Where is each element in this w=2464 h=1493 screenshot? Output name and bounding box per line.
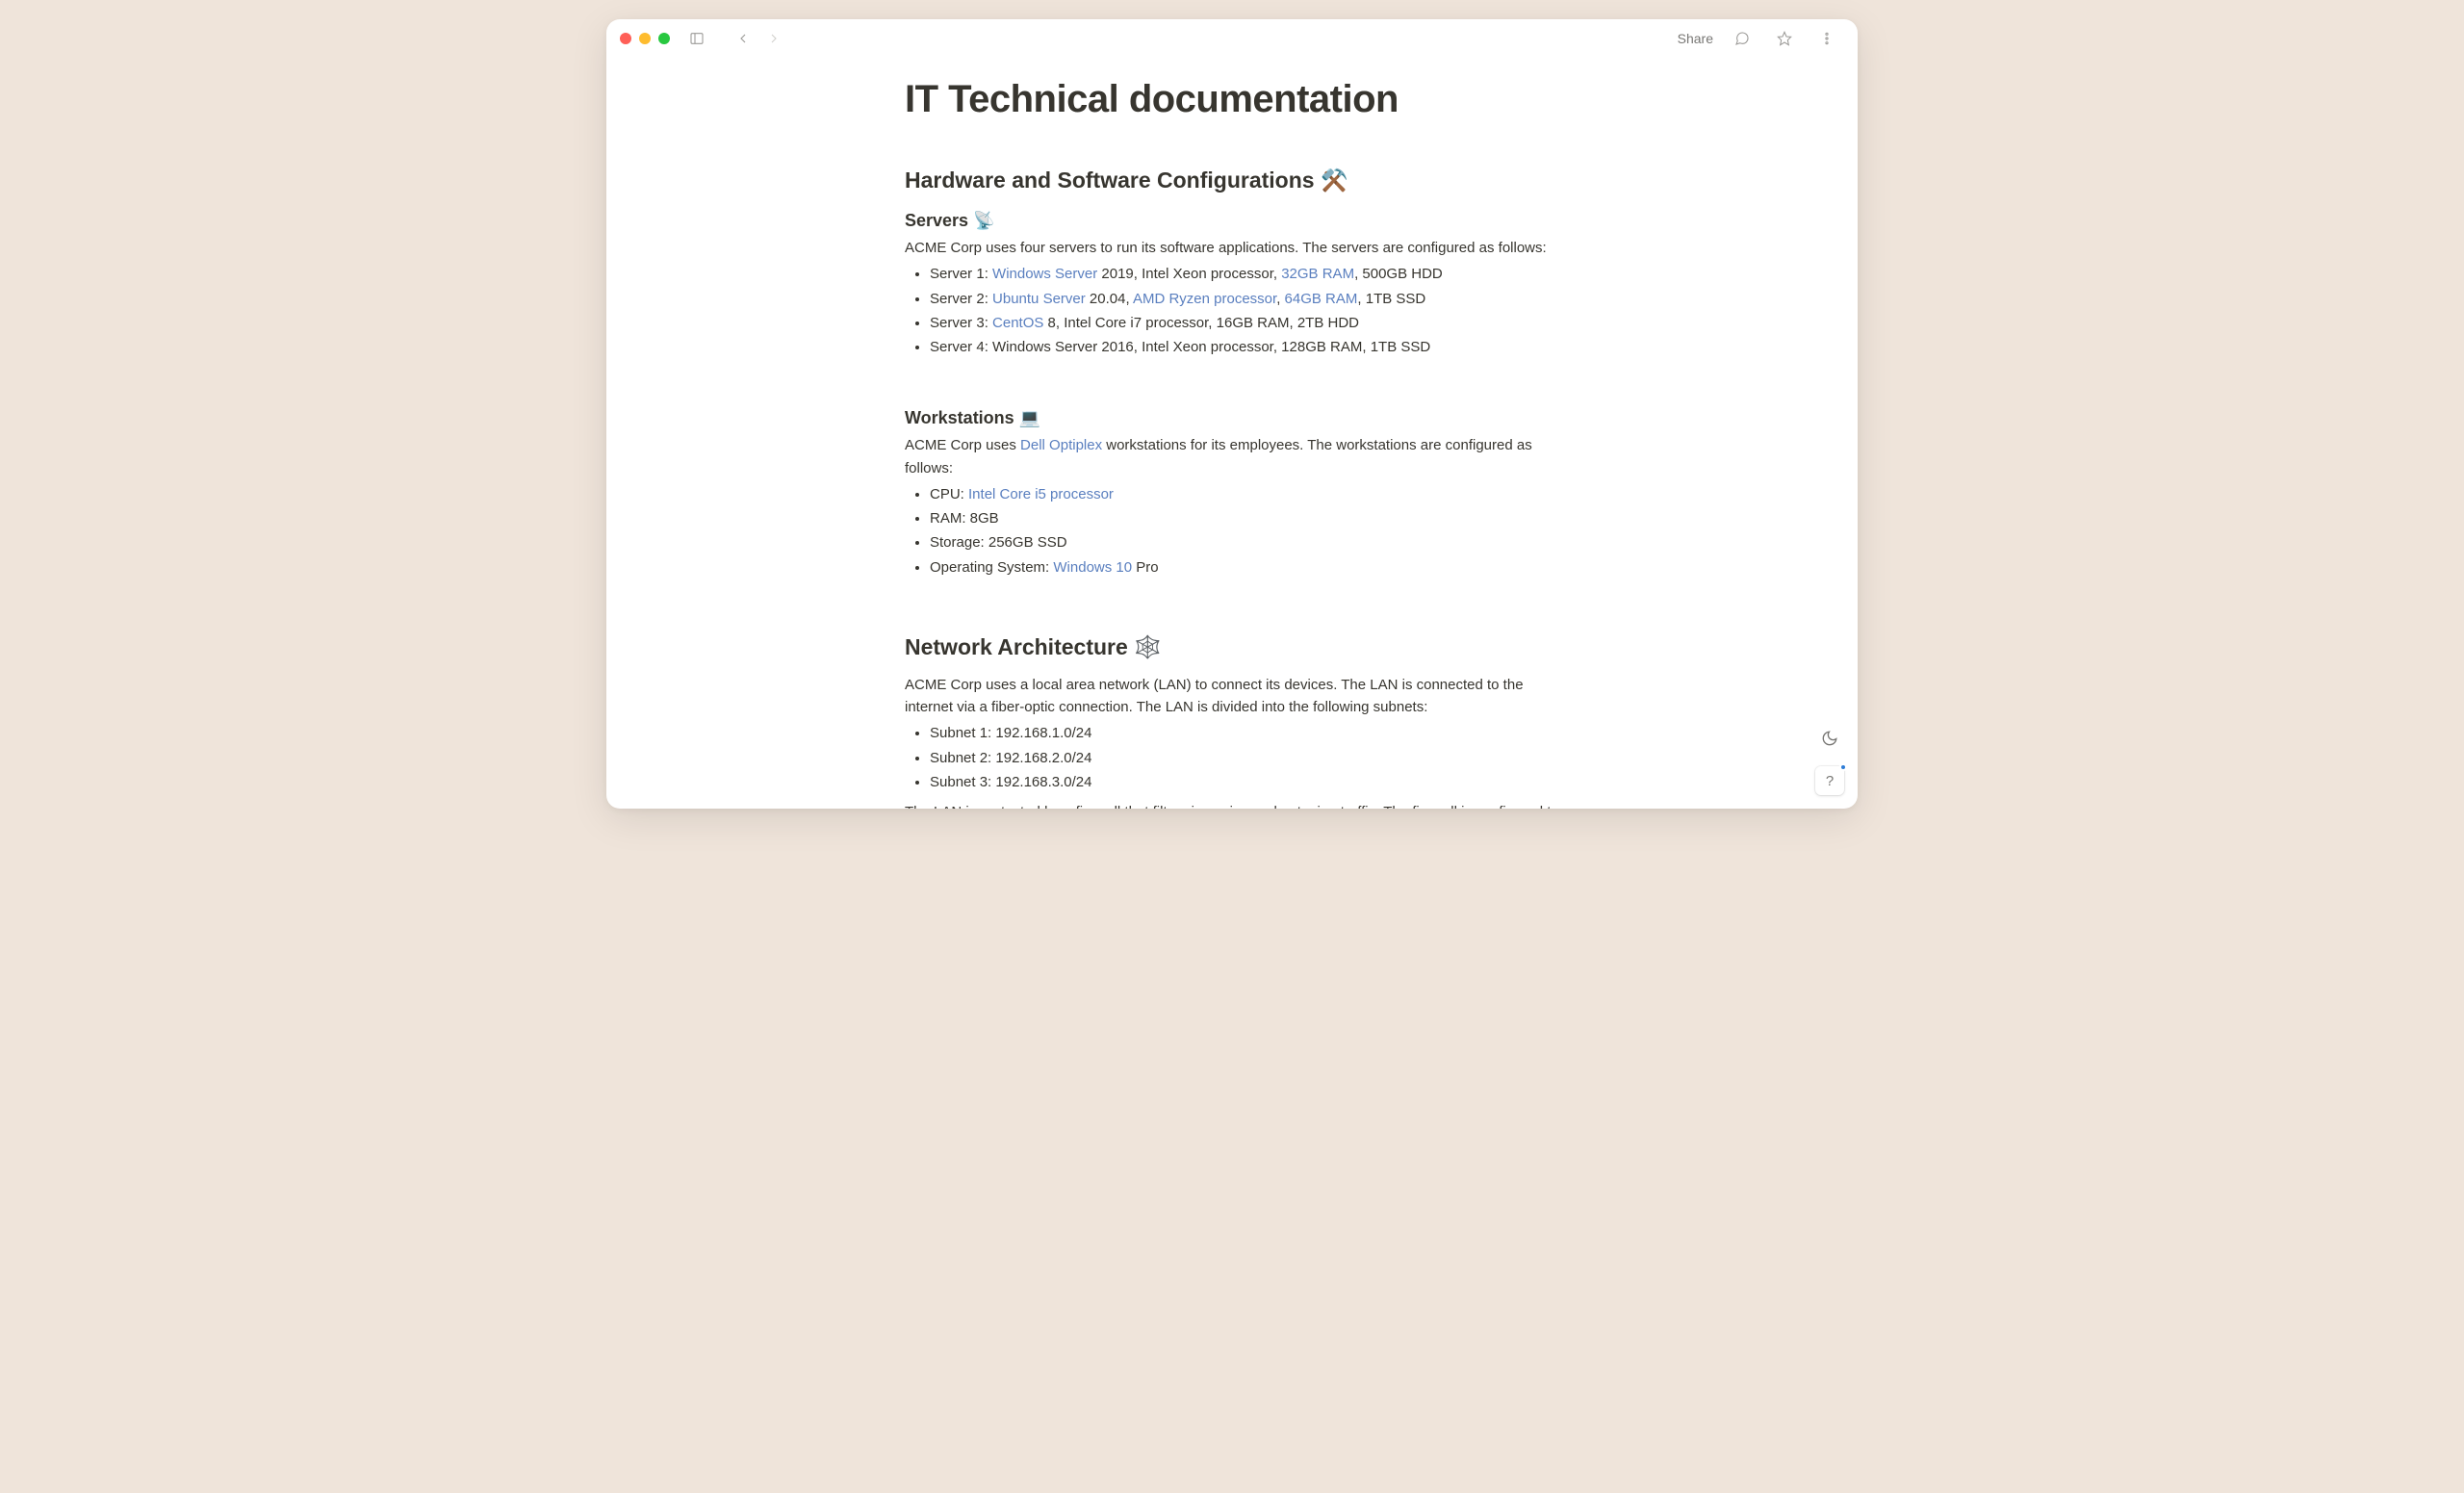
dark-mode-toggle[interactable]: [1815, 724, 1844, 753]
text: Server 2:: [930, 291, 992, 307]
text: Pro: [1132, 559, 1159, 576]
text: , 500GB HDD: [1354, 266, 1443, 282]
text: Server 3:: [930, 315, 992, 331]
link[interactable]: Dell Optiplex: [1020, 437, 1102, 453]
sidebar-toggle-icon[interactable]: [683, 25, 710, 52]
link[interactable]: Intel Core i5 processor: [968, 486, 1114, 502]
link[interactable]: AMD Ryzen processor: [1133, 291, 1276, 307]
share-button[interactable]: Share: [1678, 31, 1713, 46]
list-item[interactable]: Storage: 256GB SSD: [930, 531, 1559, 553]
link[interactable]: Windows Server: [992, 266, 1097, 282]
moon-icon: [1821, 730, 1838, 747]
network-intro[interactable]: ACME Corp uses a local area network (LAN…: [905, 674, 1559, 719]
window-controls: [620, 33, 670, 44]
window-maximize-button[interactable]: [658, 33, 670, 44]
link[interactable]: 64GB RAM: [1285, 291, 1358, 307]
list-item[interactable]: Server 2: Ubuntu Server 20.04, AMD Ryzen…: [930, 288, 1559, 310]
text: Server 1:: [930, 266, 992, 282]
link[interactable]: 32GB RAM: [1281, 266, 1354, 282]
text: Server 4: Windows Server 2016, Intel Xeo…: [930, 339, 1430, 355]
text: ,: [1276, 291, 1284, 307]
firewall-intro[interactable]: The LAN is protected by a firewall that …: [905, 801, 1559, 809]
text: Subnet 3: 192.168.3.0/24: [930, 774, 1091, 790]
text: Subnet 2: 192.168.2.0/24: [930, 750, 1091, 766]
favorite-star-icon[interactable]: [1771, 25, 1798, 52]
text: ACME Corp uses: [905, 437, 1020, 453]
text: 8, Intel Core i7 processor, 16GB RAM, 2T…: [1043, 315, 1359, 331]
heading-servers[interactable]: Servers 📡: [905, 211, 1559, 231]
page-title[interactable]: IT Technical documentation: [905, 77, 1559, 121]
list-item[interactable]: Server 3: CentOS 8, Intel Core i7 proces…: [930, 312, 1559, 334]
text: Storage: 256GB SSD: [930, 534, 1067, 551]
more-menu-icon[interactable]: [1813, 25, 1840, 52]
servers-list[interactable]: Server 1: Windows Server 2019, Intel Xeo…: [905, 263, 1559, 358]
list-item[interactable]: Subnet 1: 192.168.1.0/24: [930, 722, 1559, 744]
text: CPU:: [930, 486, 968, 502]
list-item[interactable]: Operating System: Windows 10 Pro: [930, 556, 1559, 579]
subnets-list[interactable]: Subnet 1: 192.168.1.0/24 Subnet 2: 192.1…: [905, 722, 1559, 793]
link[interactable]: Windows 10: [1053, 559, 1132, 576]
text: , 1TB SSD: [1357, 291, 1425, 307]
nav-back-button[interactable]: [730, 25, 757, 52]
notification-dot-icon: [1839, 763, 1847, 771]
list-item[interactable]: Subnet 2: 192.168.2.0/24: [930, 747, 1559, 769]
link[interactable]: CentOS: [992, 315, 1043, 331]
list-item[interactable]: Server 1: Windows Server 2019, Intel Xeo…: [930, 263, 1559, 285]
app-window: Share IT Technical documentation Hardwar…: [606, 19, 1858, 809]
list-item[interactable]: RAM: 8GB: [930, 507, 1559, 529]
heading-workstations[interactable]: Workstations 💻: [905, 408, 1559, 428]
comments-icon[interactable]: [1729, 25, 1756, 52]
text: RAM: 8GB: [930, 510, 999, 527]
titlebar-left: [620, 25, 787, 52]
document-scroll[interactable]: IT Technical documentation Hardware and …: [606, 58, 1858, 809]
help-icon: ?: [1826, 773, 1834, 789]
text: 20.04,: [1086, 291, 1133, 307]
titlebar-right: Share: [1678, 25, 1844, 52]
list-item[interactable]: Subnet 3: 192.168.3.0/24: [930, 771, 1559, 793]
workstations-intro[interactable]: ACME Corp uses Dell Optiplex workstation…: [905, 434, 1559, 479]
document-body[interactable]: IT Technical documentation Hardware and …: [905, 58, 1559, 809]
window-minimize-button[interactable]: [639, 33, 651, 44]
text: 2019, Intel Xeon processor,: [1097, 266, 1281, 282]
titlebar: Share: [606, 19, 1858, 58]
history-nav: [730, 25, 787, 52]
text: Operating System:: [930, 559, 1053, 576]
text: Subnet 1: 192.168.1.0/24: [930, 725, 1091, 741]
workstations-list[interactable]: CPU: Intel Core i5 processor RAM: 8GB St…: [905, 483, 1559, 579]
nav-forward-button: [760, 25, 787, 52]
heading-network[interactable]: Network Architecture 🕸️: [905, 634, 1559, 660]
window-close-button[interactable]: [620, 33, 631, 44]
heading-hw-sw[interactable]: Hardware and Software Configurations ⚒️: [905, 167, 1559, 193]
help-button[interactable]: ?: [1815, 766, 1844, 795]
link[interactable]: Ubuntu Server: [992, 291, 1086, 307]
servers-intro[interactable]: ACME Corp uses four servers to run its s…: [905, 237, 1559, 259]
list-item[interactable]: CPU: Intel Core i5 processor: [930, 483, 1559, 505]
floating-controls: ?: [1815, 724, 1844, 795]
list-item[interactable]: Server 4: Windows Server 2016, Intel Xeo…: [930, 336, 1559, 358]
